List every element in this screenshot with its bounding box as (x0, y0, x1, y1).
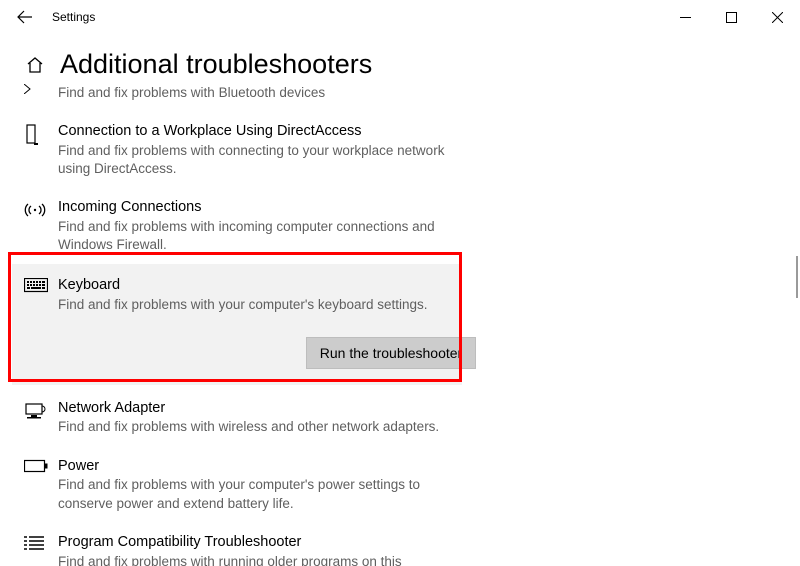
item-desc: Find and fix problems with incoming comp… (58, 218, 458, 254)
item-desc: Find and fix problems with your computer… (58, 296, 458, 314)
bluetooth-icon (24, 84, 58, 102)
list-item-selected[interactable]: Keyboard Find and fix problems with your… (12, 264, 462, 384)
list-item[interactable]: Connection to a Workplace Using DirectAc… (24, 112, 776, 188)
item-title: Power (58, 457, 458, 476)
keyboard-icon (24, 276, 58, 368)
item-title: Program Compatibility Troubleshooter (58, 533, 458, 552)
maximize-icon (726, 12, 737, 23)
item-desc: Find and fix problems with connecting to… (58, 142, 458, 178)
titlebar: Settings (0, 0, 800, 34)
item-title: Network Adapter (58, 399, 458, 418)
item-desc: Find and fix problems with your computer… (58, 476, 458, 512)
page-title: Additional troubleshooters (60, 50, 372, 80)
troubleshooter-list: Find and fix problems with Bluetooth dev… (24, 84, 776, 566)
item-desc: Find and fix problems with running older… (58, 553, 458, 566)
page-header: Additional troubleshooters (24, 50, 776, 80)
window-controls (662, 2, 800, 32)
window-title: Settings (52, 10, 95, 24)
home-icon[interactable] (24, 55, 46, 75)
battery-icon (24, 457, 58, 513)
content-area: Additional troubleshooters Find and fix … (0, 34, 800, 566)
minimize-button[interactable] (662, 2, 708, 32)
run-troubleshooter-button[interactable]: Run the troubleshooter (306, 337, 476, 369)
list-item[interactable]: Network Adapter Find and fix problems wi… (24, 385, 776, 447)
list-item[interactable]: Incoming Connections Find and fix proble… (24, 188, 776, 264)
maximize-button[interactable] (708, 2, 754, 32)
close-icon (772, 12, 783, 23)
item-desc: Find and fix problems with wireless and … (58, 418, 458, 436)
item-title: Connection to a Workplace Using DirectAc… (58, 122, 458, 141)
signal-icon (24, 198, 58, 254)
list-item[interactable]: Program Compatibility Troubleshooter Fin… (24, 523, 776, 566)
list-icon (24, 533, 58, 566)
network-adapter-icon (24, 399, 58, 437)
close-button[interactable] (754, 2, 800, 32)
list-item[interactable]: Power Find and fix problems with your co… (24, 447, 776, 523)
computer-icon (24, 122, 58, 178)
back-arrow-icon (17, 9, 33, 25)
item-title: Keyboard (58, 276, 458, 295)
list-item[interactable]: Find and fix problems with Bluetooth dev… (24, 84, 776, 112)
minimize-icon (680, 12, 691, 23)
item-desc: Find and fix problems with Bluetooth dev… (58, 84, 458, 102)
home-icon-svg (25, 55, 45, 75)
item-title: Incoming Connections (58, 198, 458, 217)
back-button[interactable] (10, 2, 40, 32)
scrollbar-thumb[interactable] (796, 256, 798, 298)
titlebar-left: Settings (10, 2, 95, 32)
